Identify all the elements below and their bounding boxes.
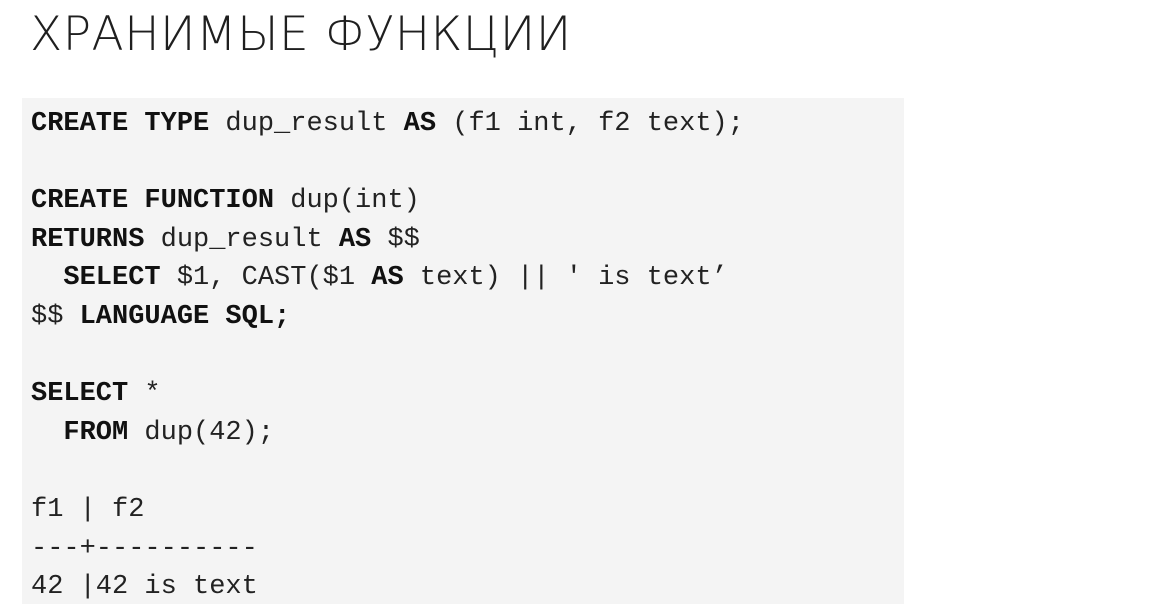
- code-text: (f1 int, f2 text);: [436, 109, 744, 139]
- sql-code-block: CREATE TYPE dup_result AS (f1 int, f2 te…: [31, 105, 744, 607]
- result-separator: ---+----------: [31, 530, 744, 569]
- keyword: AS: [338, 224, 372, 255]
- slide-title: ХРАНИМЫЕ ФУНКЦИИ: [30, 7, 572, 62]
- result-header: f1 | f2: [31, 491, 744, 530]
- code-text: 42 |42 is text: [31, 572, 258, 603]
- code-line-create-function: CREATE FUNCTION dup(int): [31, 182, 744, 221]
- code-text: dup_result: [144, 224, 339, 255]
- code-line-from: FROM dup(42);: [31, 414, 744, 453]
- keyword: CREATE TYPE: [31, 109, 210, 139]
- code-line-returns: RETURNS dup_result AS $$: [31, 221, 744, 260]
- code-line-create-type: CREATE TYPE dup_result AS (f1 int, f2 te…: [31, 105, 744, 144]
- keyword: CREATE FUNCTION: [31, 186, 275, 217]
- code-text: $$: [371, 224, 420, 255]
- code-line-select-star: SELECT *: [31, 375, 744, 414]
- code-text: $$: [31, 301, 80, 332]
- keyword: SELECT: [63, 263, 161, 294]
- keyword: RETURNS: [31, 224, 145, 255]
- keyword: AS: [371, 263, 404, 294]
- code-text: *: [128, 379, 161, 410]
- keyword: AS: [403, 109, 437, 139]
- keyword: SELECT: [31, 379, 129, 410]
- code-line-language: $$ LANGUAGE SQL;: [31, 298, 744, 337]
- code-text: dup(42);: [128, 417, 275, 448]
- code-text: dup_result: [209, 109, 404, 139]
- code-text: ---+----------: [31, 533, 258, 564]
- code-text: text) || ' is text’: [403, 263, 728, 294]
- code-text: $1, CAST($1: [160, 263, 372, 294]
- code-line-select-body: SELECT $1, CAST($1 AS text) || ' is text…: [31, 259, 744, 298]
- code-text: dup(int): [274, 186, 420, 217]
- keyword: LANGUAGE SQL;: [79, 301, 291, 332]
- keyword: FROM: [63, 417, 129, 448]
- result-row: 42 |42 is text: [31, 568, 744, 607]
- code-text: f1 | f2: [31, 494, 145, 525]
